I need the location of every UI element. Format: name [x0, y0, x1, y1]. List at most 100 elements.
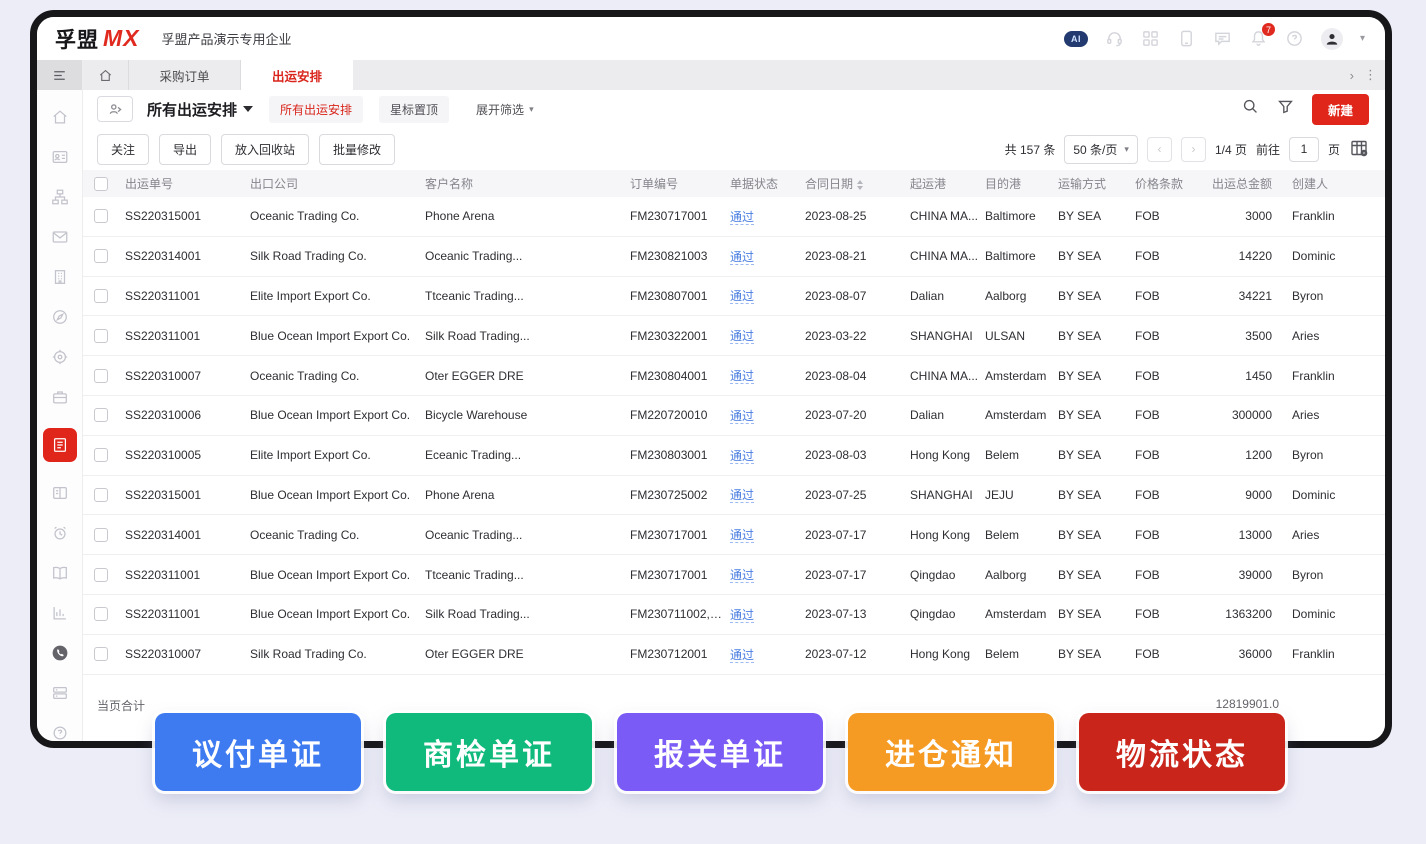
- notification-bell-icon[interactable]: 7: [1249, 23, 1275, 48]
- status-link[interactable]: 通过: [730, 528, 755, 544]
- flow-button-5[interactable]: 物流状态: [1079, 713, 1285, 791]
- home-icon[interactable]: [51, 108, 69, 126]
- phone-icon[interactable]: [51, 644, 69, 662]
- filter-expand[interactable]: 展开筛选 ▾: [465, 96, 545, 123]
- filter-funnel-icon[interactable]: [1277, 98, 1294, 120]
- table-row[interactable]: SS220315001 Blue Ocean Import Export Co. P…: [83, 476, 1385, 516]
- row-checkbox[interactable]: [94, 249, 108, 264]
- cell-contract_date: 2023-08-21: [805, 249, 867, 264]
- user-avatar[interactable]: [1320, 27, 1343, 50]
- goto-page-input[interactable]: [1288, 136, 1319, 162]
- status-link[interactable]: 通过: [730, 329, 755, 345]
- cell-creator: Byron: [1292, 448, 1324, 463]
- sidebar-toggle-icon[interactable]: [37, 60, 82, 90]
- row-checkbox[interactable]: [94, 647, 108, 662]
- status-link[interactable]: 通过: [730, 289, 755, 305]
- status-link[interactable]: 通过: [730, 448, 755, 464]
- status-link[interactable]: 通过: [730, 408, 755, 424]
- status-link[interactable]: 通过: [730, 249, 755, 265]
- row-checkbox[interactable]: [94, 209, 108, 224]
- column-header-contract_date[interactable]: 合同日期: [805, 175, 910, 192]
- tab-purchase-orders[interactable]: 采购订单: [129, 60, 241, 90]
- search-icon[interactable]: [1242, 98, 1259, 120]
- row-checkbox[interactable]: [94, 368, 108, 383]
- row-checkbox[interactable]: [94, 328, 108, 343]
- status-link[interactable]: 通过: [730, 488, 755, 504]
- table-row[interactable]: SS220310007 Silk Road Trading Co. Oter EGG…: [83, 635, 1385, 675]
- flow-button-2[interactable]: 商检单证: [386, 713, 592, 791]
- message-list-icon[interactable]: [1213, 29, 1232, 48]
- owner-switch-button[interactable]: [97, 96, 133, 122]
- shipping-doc-icon[interactable]: [42, 428, 77, 462]
- help-icon[interactable]: [1285, 29, 1304, 48]
- flow-button-4[interactable]: 进仓通知: [848, 713, 1054, 791]
- target-icon[interactable]: [51, 348, 69, 366]
- help-circle-icon[interactable]: [51, 724, 69, 741]
- row-checkbox[interactable]: [94, 567, 108, 582]
- mail-icon[interactable]: [51, 228, 69, 246]
- cell-export_company: Elite Import Export Co.: [250, 288, 371, 303]
- org-chart-icon[interactable]: [51, 188, 69, 206]
- row-checkbox[interactable]: [94, 448, 108, 463]
- status-link[interactable]: 通过: [730, 647, 755, 663]
- tab-home[interactable]: [83, 60, 129, 90]
- row-checkbox[interactable]: [94, 607, 108, 622]
- row-checkbox[interactable]: [94, 408, 108, 423]
- table-row[interactable]: SS220311001 Blue Ocean Import Export Co. T…: [83, 555, 1385, 595]
- view-selector[interactable]: 所有出运安排: [147, 99, 254, 120]
- compass-icon[interactable]: [51, 308, 69, 326]
- row-checkbox[interactable]: [94, 288, 108, 303]
- notebook-icon[interactable]: [51, 484, 69, 502]
- table-row[interactable]: SS220310005 Elite Import Export Co. Eceani…: [83, 436, 1385, 476]
- building-icon[interactable]: [51, 268, 69, 286]
- table-row[interactable]: SS220311001 Blue Ocean Import Export Co. S…: [83, 595, 1385, 635]
- tab-more-icon[interactable]: ⋮: [1364, 67, 1377, 83]
- table-row[interactable]: SS220310007 Oceanic Trading Co. Oter EGGER…: [83, 356, 1385, 396]
- filter-starred-top[interactable]: 星标置顶: [379, 95, 450, 123]
- table-row[interactable]: SS220314001 Silk Road Trading Co. Oceanic …: [83, 237, 1385, 277]
- next-page-button[interactable]: ›: [1180, 136, 1206, 162]
- table-row[interactable]: SS220315001 Oceanic Trading Co. Phone Aren…: [83, 197, 1385, 237]
- headset-icon[interactable]: [1105, 29, 1124, 48]
- prev-page-button[interactable]: ‹: [1146, 136, 1172, 162]
- table-row[interactable]: SS220311001 Blue Ocean Import Export Co. S…: [83, 316, 1385, 357]
- ai-assistant-button[interactable]: AI: [1063, 30, 1088, 47]
- contacts-icon[interactable]: [51, 148, 69, 166]
- row-checkbox[interactable]: [94, 487, 108, 502]
- tab-shipping-arrangement[interactable]: 出运安排: [241, 60, 353, 90]
- column-settings-icon[interactable]: [1349, 138, 1369, 161]
- status-link[interactable]: 通过: [730, 568, 755, 584]
- chart-icon[interactable]: [51, 604, 69, 622]
- chevron-down-icon[interactable]: ▾: [1360, 33, 1365, 44]
- briefcase-icon[interactable]: [51, 388, 69, 406]
- apps-grid-icon[interactable]: [1141, 29, 1160, 48]
- server-icon[interactable]: [51, 684, 69, 702]
- new-button[interactable]: 新建: [1311, 93, 1369, 125]
- table-row[interactable]: SS220311001 Elite Import Export Co. Ttcean…: [83, 277, 1385, 317]
- flow-button-3[interactable]: 报关单证: [617, 713, 823, 791]
- follow-button[interactable]: 关注: [97, 133, 150, 165]
- status-link[interactable]: 通过: [730, 369, 755, 385]
- book-icon[interactable]: [51, 564, 69, 582]
- filter-all-shipments[interactable]: 所有出运安排: [269, 95, 364, 123]
- select-all-checkbox[interactable]: [94, 176, 108, 191]
- cell-departure_port: Qingdao: [910, 607, 956, 622]
- recycle-bin-button[interactable]: 放入回收站: [221, 133, 310, 165]
- row-checkbox[interactable]: [94, 527, 108, 542]
- tab-scroll-right-icon[interactable]: ›: [1350, 68, 1354, 83]
- app-window: 孚盟 MX 孚盟产品演示专用企业 AI 7 ▾ 采购订单 出运安排 › ⋮ 所有…: [30, 10, 1392, 748]
- sort-icon[interactable]: [857, 179, 864, 190]
- status-link[interactable]: 通过: [730, 607, 755, 623]
- table-row[interactable]: SS220314001 Oceanic Trading Co. Oceanic Tr…: [83, 515, 1385, 556]
- column-header-status: 单据状态: [730, 177, 779, 191]
- phone-call-icon[interactable]: [1177, 29, 1196, 48]
- alarm-icon[interactable]: [51, 524, 69, 542]
- table-row[interactable]: SS220310006 Blue Ocean Import Export Co. B…: [83, 396, 1385, 436]
- cell-shipping_no: SS220310006: [125, 408, 202, 423]
- cell-export_company: Elite Import Export Co.: [250, 448, 371, 463]
- page-size-select[interactable]: 50 条/页 ▾: [1064, 134, 1138, 164]
- flow-button-1[interactable]: 议付单证: [155, 713, 361, 791]
- export-button[interactable]: 导出: [159, 133, 212, 165]
- batch-modify-button[interactable]: 批量修改: [319, 133, 396, 165]
- status-link[interactable]: 通过: [730, 209, 755, 225]
